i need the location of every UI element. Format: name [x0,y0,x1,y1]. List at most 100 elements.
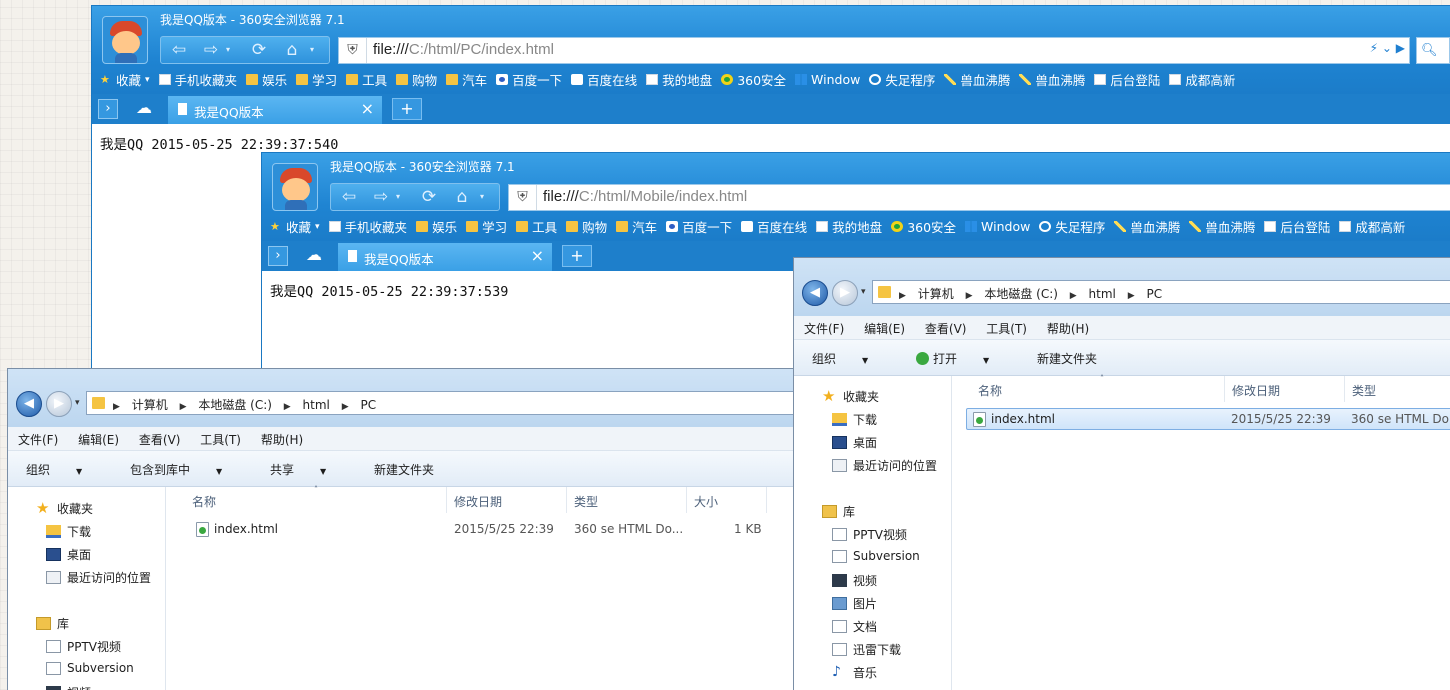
new-folder-button[interactable]: 新建文件夹 [374,463,434,477]
file-row[interactable]: index.html 2015/5/25 22:39 360 se HTML D… [180,519,770,541]
close-tab-icon[interactable]: × [531,246,544,265]
chevron-right-icon[interactable]: ▶ [1128,291,1135,301]
bookmark-item[interactable]: 购物 [566,217,607,236]
menu-help[interactable]: 帮助(H) [261,433,303,447]
column-date[interactable]: 修改日期 [1232,382,1280,399]
bookmark-item[interactable]: 工具 [346,70,387,89]
bookmark-item[interactable]: Window [965,217,1030,236]
nav-favorites[interactable]: ★ 收藏夹 [822,388,879,405]
nav-recent[interactable]: 最近访问的位置 [46,569,151,586]
forward-button-icon[interactable]: ▶ [832,280,858,306]
bookmark-item[interactable]: 兽血沸腾 [944,70,1010,89]
column-name[interactable]: 名称 [192,493,216,510]
column-size[interactable]: 大小 [694,493,718,510]
recent-pages-dropdown-icon[interactable]: ▾ [75,398,80,408]
nav-desktop[interactable]: 桌面 [832,434,877,451]
recent-pages-dropdown-icon[interactable]: ▾ [861,287,866,297]
bookmark-item[interactable]: 360安全 [891,217,956,236]
bookmark-item[interactable]: 后台登陆 [1264,217,1330,236]
forward-dropdown-icon[interactable]: ▾ [393,187,403,207]
organize-button[interactable]: 组织 ▼ [26,463,104,477]
breadcrumb-html[interactable]: html [303,398,330,412]
bookmark-item[interactable]: 成都高新 [1339,217,1405,236]
nav-video[interactable]: 视频 [832,572,877,589]
menu-edit[interactable]: 编辑(E) [864,322,905,336]
bookmark-item[interactable]: Window [795,70,860,89]
back-button-icon[interactable]: ◀ [16,391,42,417]
bookmark-item[interactable]: 兽血沸腾 [1019,70,1085,89]
url-text[interactable]: file:///C:/html/Mobile/index.html [543,188,747,205]
favorites-dropdown-icon[interactable]: ▾ [145,75,150,85]
bookmark-item[interactable]: 百度在线 [571,70,637,89]
column-type[interactable]: 类型 [1352,382,1376,399]
back-button-icon[interactable]: ◀ [802,280,828,306]
menu-help[interactable]: 帮助(H) [1047,322,1089,336]
bookmark-item[interactable]: 成都高新 [1169,70,1235,89]
nav-music[interactable]: ♪ 音乐 [832,664,877,681]
forward-icon[interactable]: ⇨ [201,40,221,60]
bookmark-item[interactable]: 后台登陆 [1094,70,1160,89]
open-button[interactable]: 打开 ▼ [916,352,1011,366]
menu-view[interactable]: 查看(V) [925,322,967,336]
address-bar[interactable]: ▶ 计算机 ▶ 本地磁盘 (C:) ▶ html ▶ PC [872,280,1450,304]
share-button[interactable]: 共享 ▼ [270,463,348,477]
chevron-right-icon[interactable]: ▶ [899,291,906,301]
shield-icon[interactable]: ⛨ [339,38,367,63]
chevron-right-icon[interactable]: ▶ [966,291,973,301]
chevron-right-icon[interactable]: ▶ [284,402,291,412]
nav-subversion[interactable]: Subversion [46,661,134,675]
home-icon[interactable]: ⌂ [281,40,303,60]
bookmark-item[interactable]: 失足程序 [869,70,935,89]
nav-desktop[interactable]: 桌面 [46,546,91,563]
forward-icon[interactable]: ⇨ [371,187,391,207]
url-text[interactable]: file:///C:/html/PC/index.html [373,41,554,58]
bookmark-item[interactable]: 百度一下 [666,217,732,236]
nav-recent[interactable]: 最近访问的位置 [832,457,937,474]
favorites-dropdown-icon[interactable]: ▾ [315,222,320,232]
bookmark-item[interactable]: 学习 [466,217,507,236]
bookmark-item[interactable]: 工具 [516,217,557,236]
bookmark-item[interactable]: 百度在线 [741,217,807,236]
breadcrumb-drive[interactable]: 本地磁盘 (C:) [984,287,1058,301]
new-folder-button[interactable]: 新建文件夹 [1037,352,1097,366]
refresh-icon[interactable]: ⟳ [249,40,269,60]
back-icon[interactable]: ⇦ [169,40,189,60]
breadcrumb-computer[interactable]: 计算机 [918,287,954,301]
bookmark-item[interactable]: 汽车 [446,70,487,89]
menu-tools[interactable]: 工具(T) [986,322,1027,336]
bookmark-item[interactable]: 手机收藏夹 [158,70,237,89]
column-date[interactable]: 修改日期 [454,493,502,510]
nav-video[interactable]: 视频 [46,684,91,690]
bookmark-item[interactable]: 娱乐 [246,70,287,89]
bookmark-item[interactable]: 购物 [396,70,437,89]
nav-pictures[interactable]: 图片 [832,595,877,612]
home-dropdown-icon[interactable]: ▾ [477,187,487,207]
nav-downloads[interactable]: 下载 [46,523,91,540]
home-dropdown-icon[interactable]: ▾ [307,40,317,60]
bookmark-item[interactable]: 学习 [296,70,337,89]
menu-edit[interactable]: 编辑(E) [78,433,119,447]
bookmark-item[interactable]: 我的地盘 [816,217,882,236]
bookmark-item[interactable]: 兽血沸腾 [1114,217,1180,236]
chevron-right-icon[interactable]: ▶ [113,402,120,412]
cloud-icon[interactable]: ☁ [306,245,322,264]
shield-icon[interactable]: ⛨ [509,185,537,210]
search-box[interactable]: 🔍︎ [1416,37,1450,64]
nav-pptv[interactable]: PPTV视频 [832,526,907,543]
include-in-library-button[interactable]: 包含到库中 ▼ [130,463,244,477]
bookmark-item[interactable]: 手机收藏夹 [328,217,407,236]
bookmark-item[interactable]: 娱乐 [416,217,457,236]
column-name[interactable]: 名称 [978,382,1002,399]
cloud-icon[interactable]: ☁ [136,98,152,117]
menu-tools[interactable]: 工具(T) [200,433,241,447]
breadcrumb-drive[interactable]: 本地磁盘 (C:) [198,398,272,412]
menu-file[interactable]: 文件(F) [18,433,58,447]
bookmark-item[interactable]: 兽血沸腾 [1189,217,1255,236]
file-row-selected[interactable]: index.html 2015/5/25 22:39 360 se HTML D… [966,408,1450,430]
bookmark-item[interactable]: ★ 收藏 ▾ [100,70,150,89]
bookmark-item[interactable]: 360安全 [721,70,786,89]
organize-button[interactable]: 组织 ▼ [812,352,890,366]
forward-button-icon[interactable]: ▶ [46,391,72,417]
sidebar-toggle-icon[interactable]: › [98,99,118,119]
chevron-right-icon[interactable]: ▶ [180,402,187,412]
